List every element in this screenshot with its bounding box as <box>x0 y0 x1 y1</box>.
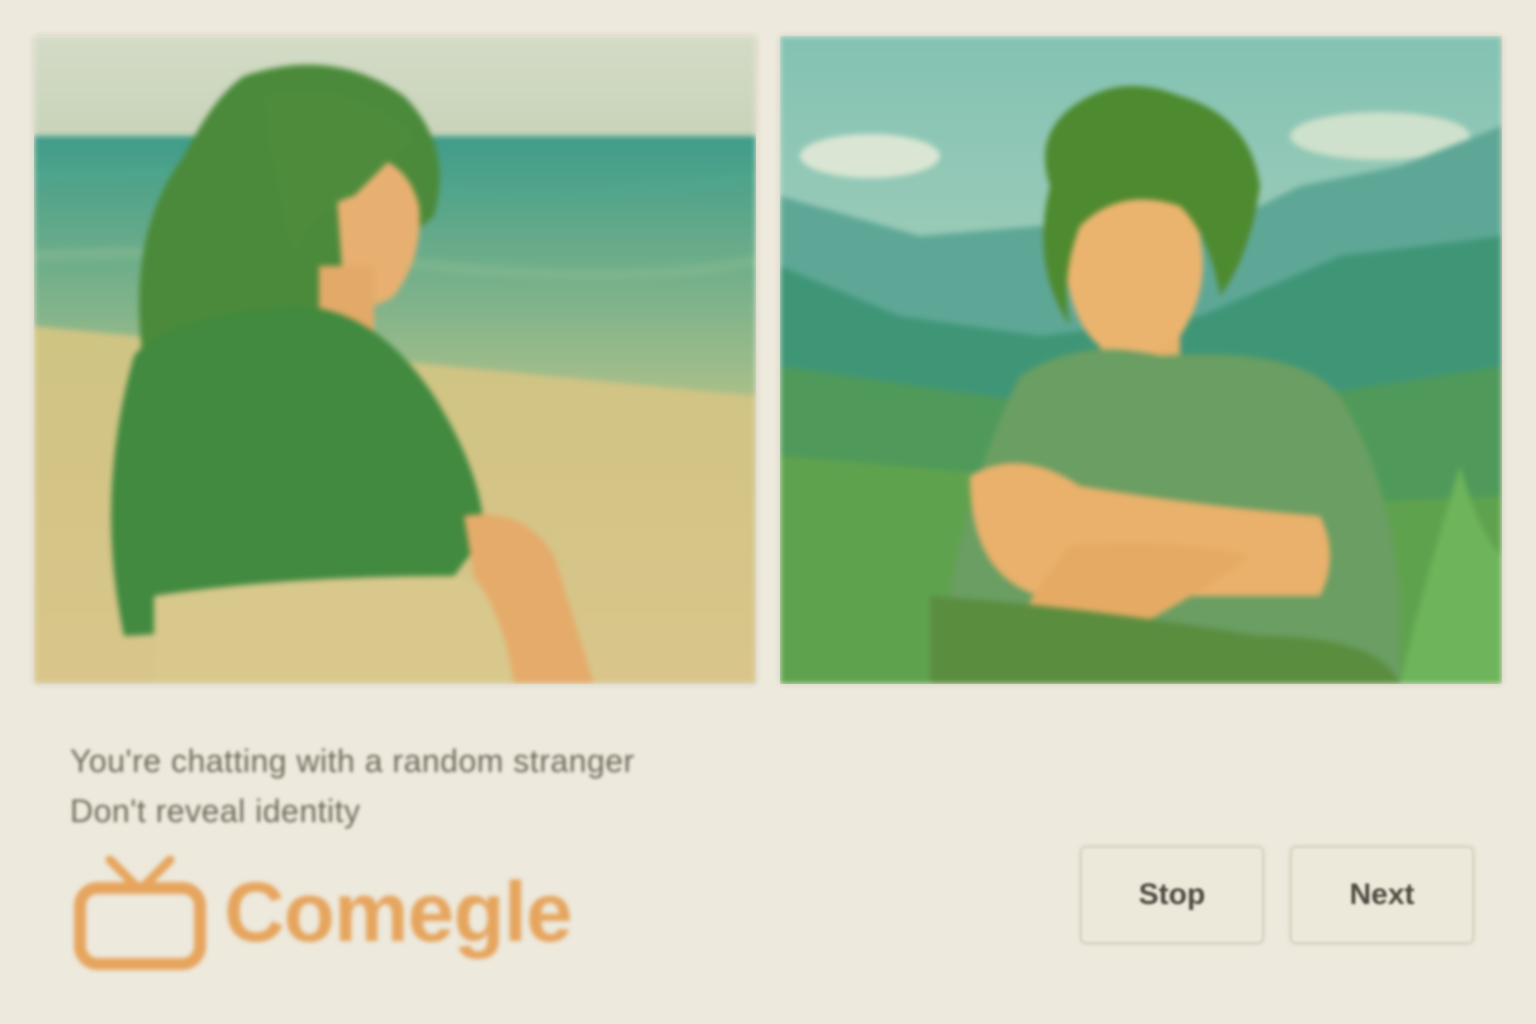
safety-disclaimer: You're chatting with a random stranger D… <box>70 736 830 836</box>
self-video <box>780 36 1502 684</box>
app-name: Comegle <box>224 865 573 959</box>
stranger-video <box>34 36 756 684</box>
chat-page: You're chatting with a random stranger D… <box>0 0 1536 1024</box>
app-logo: Comegle <box>70 852 573 972</box>
disclaimer-line-1: You're chatting with a random stranger <box>70 743 635 779</box>
self-video-frame <box>780 36 1502 684</box>
stranger-video-frame <box>34 36 756 684</box>
stop-button[interactable]: Stop <box>1080 846 1264 944</box>
next-button[interactable]: Next <box>1290 846 1474 944</box>
disclaimer-line-2: Don't reveal identity <box>70 793 361 829</box>
tv-icon <box>74 855 206 970</box>
